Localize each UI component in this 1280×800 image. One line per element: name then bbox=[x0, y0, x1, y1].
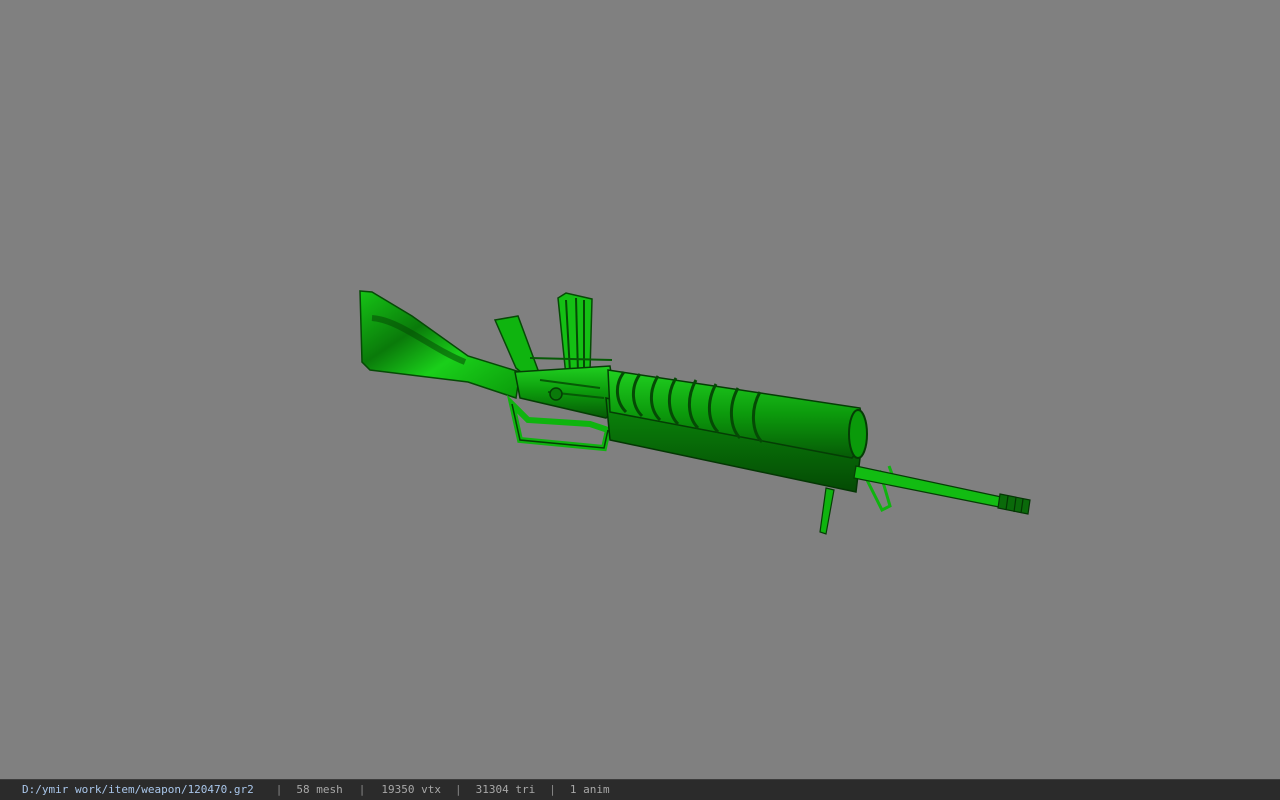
vertex-count: 19350 vtx bbox=[381, 783, 442, 796]
anim-count: 1 anim bbox=[569, 783, 610, 796]
triangle-count: 31304 tri bbox=[475, 783, 536, 796]
status-bar: D:/ymir work/item/weapon/120470.gr2 | 58 m… bbox=[0, 779, 1280, 800]
status-separator: | bbox=[275, 783, 283, 796]
launcher-muzzle bbox=[848, 409, 868, 459]
status-separator: | bbox=[455, 783, 462, 796]
status-separator: | bbox=[358, 783, 366, 796]
receiver bbox=[514, 365, 617, 419]
rifle-stock bbox=[359, 290, 521, 399]
leaf-sight bbox=[819, 487, 835, 535]
3d-viewport[interactable] bbox=[0, 0, 1280, 779]
mesh-count: 58 mesh bbox=[296, 783, 343, 796]
file-path: D:/ymir work/item/weapon/120470.gr2 bbox=[22, 783, 254, 796]
rifle-model-icon bbox=[359, 290, 1031, 535]
ladder-sight bbox=[557, 292, 593, 379]
status-separator: | bbox=[549, 783, 556, 796]
